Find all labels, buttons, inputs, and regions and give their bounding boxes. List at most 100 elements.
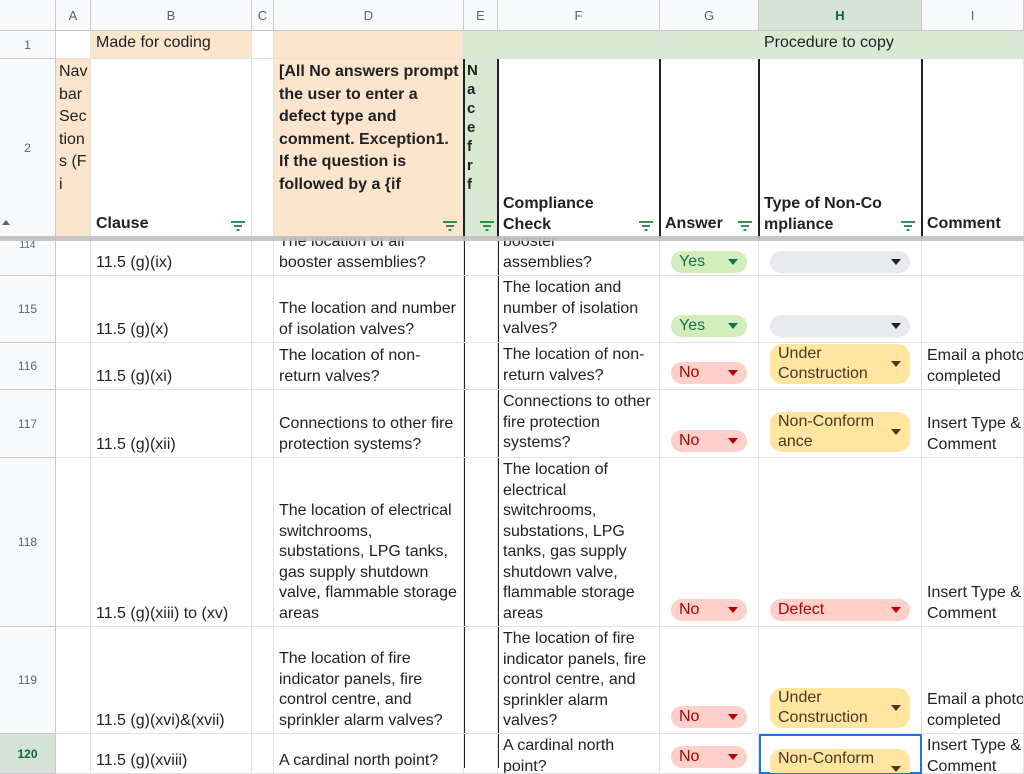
type-dropdown-chip[interactable]: Non-Conform ance <box>770 749 910 773</box>
cell-c[interactable] <box>252 627 274 734</box>
type-cell[interactable] <box>759 276 922 343</box>
cell-c1[interactable] <box>252 31 274 59</box>
type-dropdown-chip[interactable]: Defect <box>770 599 910 621</box>
cell-e[interactable] <box>464 343 498 390</box>
column-header-a[interactable]: A <box>56 0 91 31</box>
clause-cell[interactable]: 11.5 (g)(x) <box>91 276 252 343</box>
cell-d1[interactable] <box>274 31 464 59</box>
row-header-117[interactable]: 117 <box>0 390 56 458</box>
header-e[interactable]: N a c e f r f <box>464 59 498 238</box>
answer-dropdown-chip[interactable]: No <box>671 599 747 621</box>
cell-c114[interactable] <box>252 238 274 276</box>
row-header-119[interactable]: 119 <box>0 627 56 734</box>
cell-a114[interactable] <box>56 238 91 276</box>
frozen-rows-divider[interactable] <box>0 236 1024 241</box>
cell-a1[interactable] <box>56 31 91 59</box>
cell-e1[interactable] <box>464 31 498 59</box>
header-comment[interactable]: Comment <box>922 59 1024 238</box>
row-header-1[interactable]: 1 <box>0 31 56 59</box>
answer-cell[interactable]: No <box>660 458 759 627</box>
filter-icon[interactable] <box>480 221 494 231</box>
answer-dropdown-chip[interactable]: No <box>671 362 747 384</box>
clause-cell[interactable]: 11.5 (g)(xi) <box>91 343 252 390</box>
answer-cell[interactable]: No <box>660 627 759 734</box>
question-cell[interactable]: A cardinal north point? <box>274 734 464 774</box>
header-clause[interactable]: Clause <box>91 59 252 238</box>
check-cell[interactable]: The location of non-return valves? <box>498 343 660 390</box>
column-header-i[interactable]: I <box>922 0 1024 31</box>
row-header-115[interactable]: 115 <box>0 276 56 343</box>
column-header-h[interactable]: H <box>759 0 922 31</box>
check-cell[interactable]: The location of fire indicator panels, f… <box>498 627 660 734</box>
answer-cell[interactable]: Yes <box>660 276 759 343</box>
clause-cell[interactable]: 11.5 (g)(xii) <box>91 390 252 458</box>
comment-cell[interactable] <box>922 238 1024 276</box>
cell-b1[interactable]: Made for coding <box>91 31 252 59</box>
type-dropdown-chip[interactable]: Under Construction <box>770 344 910 384</box>
cell-a[interactable] <box>56 458 91 627</box>
row-header-116[interactable]: 116 <box>0 343 56 390</box>
type-cell[interactable]: Non-Conform ance <box>759 734 922 774</box>
filter-icon[interactable] <box>443 221 457 231</box>
type-cell[interactable] <box>759 238 922 276</box>
check-cell[interactable]: booster assemblies? <box>498 238 660 276</box>
cell-e[interactable] <box>464 458 498 627</box>
column-header-c[interactable]: C <box>252 0 274 31</box>
type-cell[interactable]: Defect <box>759 458 922 627</box>
row-header-120[interactable]: 120 <box>0 734 56 774</box>
header-answer[interactable]: Answer <box>660 59 759 238</box>
type-dropdown-chip[interactable] <box>770 315 910 337</box>
cell-c[interactable] <box>252 734 274 774</box>
cell-c[interactable] <box>252 458 274 627</box>
select-all-corner[interactable] <box>0 0 56 31</box>
answer-dropdown-chip[interactable]: No <box>671 430 747 452</box>
type-cell[interactable]: Non-Conform ance <box>759 390 922 458</box>
column-header-f[interactable]: F <box>498 0 660 31</box>
answer-cell[interactable]: Yes <box>660 238 759 276</box>
column-header-g[interactable]: G <box>660 0 759 31</box>
comment-cell[interactable]: Email a photo completed <box>922 343 1024 390</box>
answer-dropdown-chip[interactable]: No <box>671 746 747 768</box>
cell-e114[interactable] <box>464 238 498 276</box>
filter-icon[interactable] <box>639 221 653 231</box>
cell-a[interactable] <box>56 734 91 774</box>
header-navbar-sections[interactable]: Navbar Sections (Fi <box>56 59 91 238</box>
answer-dropdown-chip[interactable]: Yes <box>671 315 747 337</box>
question-cell[interactable]: The location and number of isolation val… <box>274 276 464 343</box>
filter-icon[interactable] <box>231 221 245 231</box>
comment-cell[interactable]: Insert Type & Comment <box>922 458 1024 627</box>
header-type-of-non-compliance[interactable]: Type of Non-Compliance <box>759 59 922 238</box>
header-instructions[interactable]: [All No answers prompt the user to enter… <box>274 59 464 238</box>
question-cell[interactable]: The location of non-return valves? <box>274 343 464 390</box>
cell-e[interactable] <box>464 627 498 734</box>
cell-h1[interactable]: Procedure to copy <box>759 31 1024 59</box>
comment-cell[interactable]: Insert Type & Comment <box>922 734 1024 774</box>
type-cell[interactable]: Under Construction <box>759 627 922 734</box>
question-cell[interactable]: Connections to other fire protection sys… <box>274 390 464 458</box>
column-header-e[interactable]: E <box>464 0 498 31</box>
check-cell[interactable]: Connections to other fire protection sys… <box>498 390 660 458</box>
row-header-114[interactable]: 114 <box>0 238 56 276</box>
cell-a[interactable] <box>56 390 91 458</box>
check-cell[interactable]: The location and number of isolation val… <box>498 276 660 343</box>
cell-f1[interactable] <box>498 31 660 59</box>
filter-icon[interactable] <box>901 221 915 231</box>
header-compliance-check[interactable]: Compliance Check <box>498 59 660 238</box>
question-cell[interactable]: The location of all booster assemblies? <box>274 238 464 276</box>
row-header-2[interactable]: 2 <box>0 59 56 238</box>
type-cell[interactable]: Under Construction <box>759 343 922 390</box>
answer-cell[interactable]: No <box>660 390 759 458</box>
question-cell[interactable]: The location of fire indicator panels, f… <box>274 627 464 734</box>
check-cell[interactable]: The location of electrical switchrooms, … <box>498 458 660 627</box>
type-dropdown-chip[interactable]: Under Construction <box>770 688 910 728</box>
cell-a[interactable] <box>56 343 91 390</box>
cell-e[interactable] <box>464 276 498 343</box>
cell-c[interactable] <box>252 390 274 458</box>
cell-a[interactable] <box>56 276 91 343</box>
row-header-118[interactable]: 118 <box>0 458 56 627</box>
cell-c[interactable] <box>252 276 274 343</box>
cell-c2[interactable] <box>252 59 274 238</box>
filter-icon[interactable] <box>738 221 752 231</box>
column-header-b[interactable]: B <box>91 0 252 31</box>
clause-cell[interactable]: 11.5 (g)(xvi)&(xvii) <box>91 627 252 734</box>
